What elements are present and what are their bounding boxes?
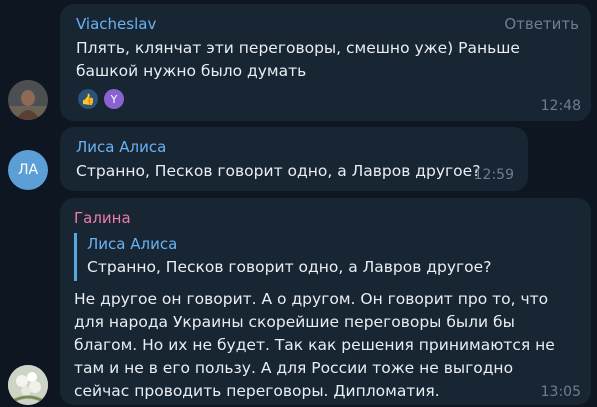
- message-author[interactable]: Лиса Алиса: [76, 138, 166, 156]
- quote-author: Лиса Алиса: [87, 235, 178, 253]
- reply-button[interactable]: Ответить: [504, 15, 579, 33]
- message-text: Плять, клянчат эти переговоры, смешно уж…: [76, 39, 520, 80]
- message-author[interactable]: Viacheslav: [76, 15, 156, 33]
- avatar[interactable]: [8, 80, 48, 120]
- message-bubble-galina[interactable]: Галина Лиса Алиса Странно, Песков говори…: [60, 198, 591, 405]
- avatar[interactable]: [8, 365, 48, 405]
- reply-quote[interactable]: Лиса Алиса Странно, Песков говорит одно,…: [74, 233, 574, 281]
- message-bubble-lisa-alisa[interactable]: Лиса Алиса Странно, Песков говорит одно,…: [60, 127, 528, 191]
- message-time: 12:59: [473, 167, 514, 183]
- quote-text: Странно, Песков говорит одно, а Лавров д…: [87, 258, 492, 276]
- message-bubble-viacheslav[interactable]: Viacheslav Ответить Плять, клянчат эти п…: [60, 4, 591, 121]
- message-time: 12:48: [540, 98, 581, 114]
- message-text: Не другое он говорит. А о другом. Он гов…: [74, 290, 555, 400]
- thumbs-up-icon[interactable]: 👍: [78, 89, 98, 109]
- reaction-avatar-icon[interactable]: Y: [104, 89, 124, 109]
- message-time: 13:05: [540, 384, 581, 400]
- message-text: Странно, Песков говорит одно, а Лавров д…: [76, 162, 481, 180]
- avatar-initials: ЛА: [17, 162, 39, 178]
- avatar[interactable]: ЛА: [8, 150, 48, 190]
- message-author[interactable]: Галина: [74, 209, 131, 227]
